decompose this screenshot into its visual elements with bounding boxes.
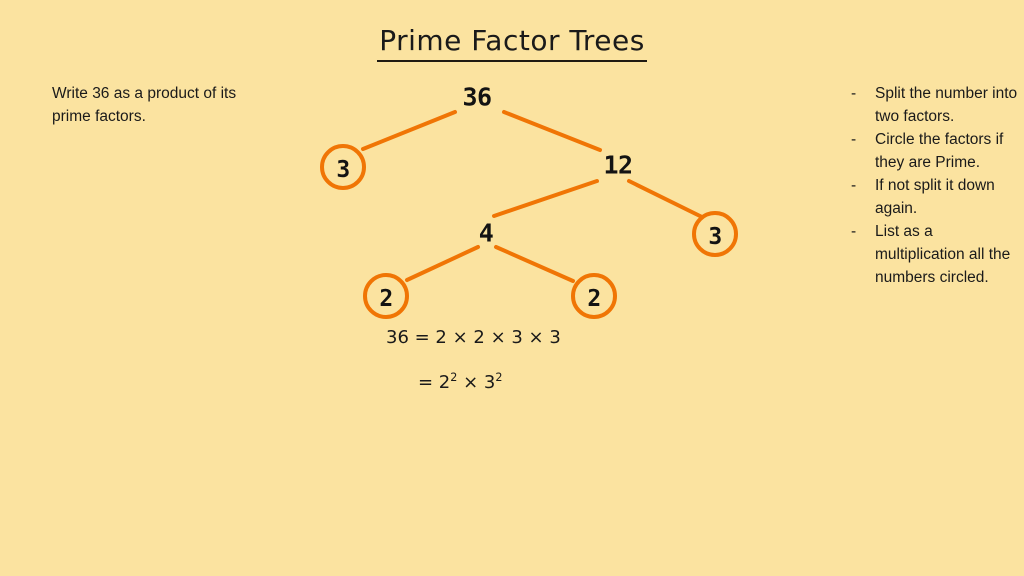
list-item: - List as a multiplication all the numbe… <box>848 220 1020 289</box>
tree-branch <box>361 110 457 151</box>
list-item-label: List as a multiplication all the numbers… <box>875 223 1011 286</box>
tree-node-circled: 3 <box>320 144 366 190</box>
list-item: - Circle the factors if they are Prime. <box>848 128 1020 174</box>
tree-node: 36 <box>462 82 492 112</box>
bullet-dash-icon: - <box>851 131 857 148</box>
list-item: - Split the number into two factors. <box>848 82 1020 128</box>
tree-node-circled: 2 <box>571 273 617 319</box>
page-title-text: Prime Factor Trees <box>377 24 647 62</box>
tree-node-circled: 2 <box>363 273 409 319</box>
tree-node: 12 <box>603 150 633 180</box>
result-equation-indices: = 22 × 32 <box>418 372 502 393</box>
list-item-label: If not split it down again. <box>875 177 995 217</box>
tree-branch <box>492 179 599 218</box>
result-equation-prefix: = 2 <box>418 372 451 393</box>
list-item-label: Split the number into two factors. <box>875 85 1018 125</box>
list-item-label: Circle the factors if they are Prime. <box>875 131 1004 171</box>
tree-branch <box>405 245 480 282</box>
tree-node-circled: 3 <box>692 211 738 257</box>
slide-canvas: Prime Factor Trees Write 36 as a product… <box>0 0 1024 576</box>
result-exponent-2: 2 <box>495 371 503 384</box>
page-title: Prime Factor Trees <box>0 24 1024 62</box>
bullet-dash-icon: - <box>851 85 857 102</box>
question-prompt-line-2: prime factors. <box>52 108 146 125</box>
tree-node: 4 <box>478 218 494 248</box>
tree-branch <box>502 110 602 152</box>
instruction-steps-list: - Split the number into two factors. - C… <box>848 82 1020 289</box>
result-equation-middle: × 3 <box>457 372 496 393</box>
question-prompt-line-1: Write 36 as a product of its <box>52 85 237 102</box>
bullet-dash-icon: - <box>851 177 857 194</box>
result-equation-expanded: 36 = 2 × 2 × 3 × 3 <box>386 327 561 348</box>
tree-branch <box>494 245 575 283</box>
tree-branch <box>627 179 704 219</box>
bullet-dash-icon: - <box>851 223 857 240</box>
question-prompt: Write 36 as a product of its prime facto… <box>52 82 292 128</box>
list-item: - If not split it down again. <box>848 174 1020 220</box>
